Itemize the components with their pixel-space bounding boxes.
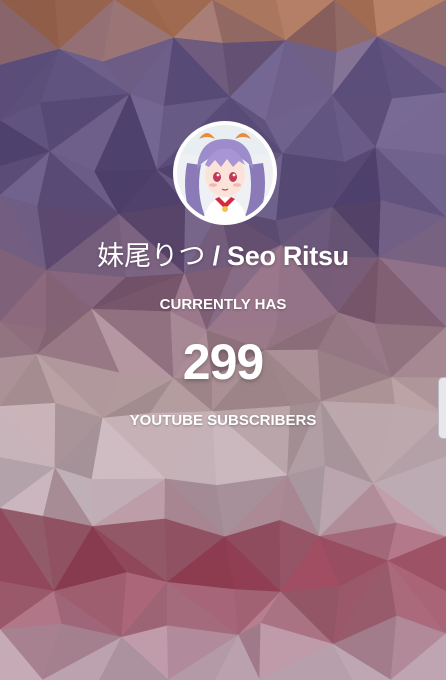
subscriber-count: 299 bbox=[182, 334, 264, 390]
channel-name: 妹尾りつ / Seo Ritsu bbox=[0, 234, 446, 279]
channel-name-separator: / bbox=[205, 241, 228, 271]
currently-has-label: CURRENTLY HAS bbox=[159, 296, 287, 313]
channel-avatar bbox=[173, 121, 277, 225]
scroll-handle[interactable] bbox=[438, 377, 446, 439]
youtube-subscribers-label: YOUTUBE SUBSCRIBERS bbox=[129, 412, 317, 429]
channel-name-jp: 妹尾りつ bbox=[97, 241, 206, 272]
channel-name-en: Seo Ritsu bbox=[227, 241, 349, 271]
anime-avatar-icon bbox=[177, 125, 273, 221]
